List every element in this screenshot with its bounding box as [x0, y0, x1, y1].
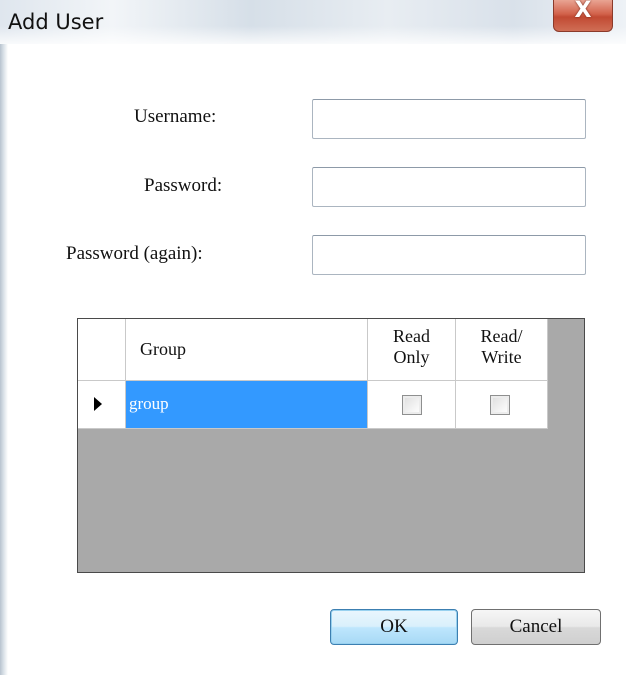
add-user-dialog: Add User X Username: Password: Password …: [0, 0, 626, 675]
ok-button[interactable]: OK: [330, 609, 458, 645]
column-header-group-label: Group: [140, 339, 186, 359]
column-header-read-only[interactable]: Read Only: [368, 319, 456, 381]
column-header-read-write[interactable]: Read/ Write: [456, 319, 548, 381]
group-cell-value: group: [129, 394, 169, 413]
username-input[interactable]: [312, 99, 586, 139]
row-header-corner: [78, 319, 126, 381]
read-write-cell[interactable]: [456, 381, 548, 429]
dialog-title: Add User: [8, 10, 104, 34]
password-again-input[interactable]: [312, 235, 586, 275]
password-label: Password:: [144, 175, 223, 196]
table-row[interactable]: group: [78, 381, 548, 429]
row-header[interactable]: [78, 381, 126, 429]
title-bar[interactable]: Add User: [0, 0, 626, 44]
read-only-checkbox[interactable]: [402, 395, 422, 415]
username-label: Username:: [134, 106, 217, 127]
close-button[interactable]: X: [553, 0, 613, 32]
read-write-checkbox[interactable]: [490, 395, 510, 415]
column-header-read-only-line1: Read: [393, 326, 430, 346]
read-only-cell[interactable]: [368, 381, 456, 429]
close-icon: X: [574, 0, 592, 23]
column-header-group[interactable]: Group: [126, 319, 368, 381]
grid-header: Group Read Only Read/ Write: [78, 319, 548, 381]
cancel-button[interactable]: Cancel: [471, 609, 601, 645]
column-header-read-only-line2: Only: [393, 347, 430, 367]
column-header-read-write-line1: Read/: [480, 326, 523, 346]
column-header-read-write-line2: Write: [481, 347, 522, 367]
group-cell[interactable]: group: [126, 381, 368, 429]
group-permissions-grid[interactable]: Group Read Only Read/ Write group: [77, 318, 585, 573]
window-border: [0, 44, 8, 675]
password-again-label: Password (again):: [66, 243, 203, 264]
current-row-arrow-icon: [94, 397, 102, 411]
password-input[interactable]: [312, 167, 586, 207]
